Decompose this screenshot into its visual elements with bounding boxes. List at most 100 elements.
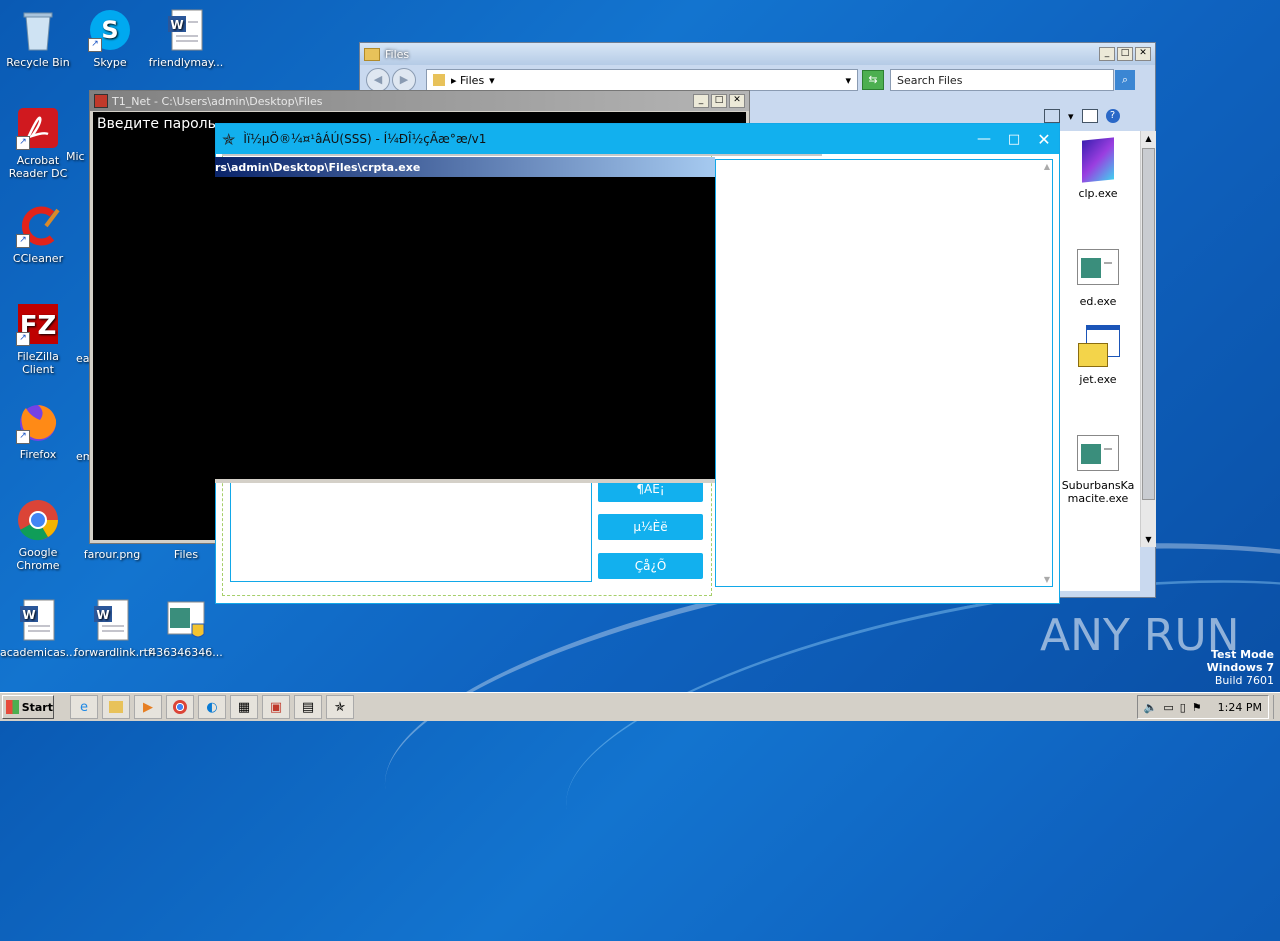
- scroll-up-arrow[interactable]: ▲: [1044, 162, 1050, 171]
- close-button[interactable]: ✕: [729, 94, 745, 108]
- minimize-button[interactable]: —: [969, 131, 999, 147]
- desktop-icon-files[interactable]: Files: [148, 548, 224, 561]
- desktop-icon-filezilla[interactable]: FZ ↗ FileZilla Client: [0, 302, 76, 376]
- scroll-thumb[interactable]: [1142, 148, 1155, 500]
- desktop-icon-label: academicas...: [0, 646, 77, 659]
- svg-text:W: W: [22, 608, 35, 622]
- power-icon[interactable]: ▯: [1180, 701, 1186, 714]
- console-title: T1_Net - C:\Users\admin\Desktop\Files: [112, 94, 323, 108]
- desktop-icon-436346346[interactable]: 436346346...: [148, 598, 224, 659]
- system-tray: 🔈 ▭ ▯ ⚑ 1:24 PM: [1136, 695, 1269, 719]
- maximize-button[interactable]: □: [1117, 47, 1133, 61]
- minimize-button[interactable]: _: [1099, 47, 1115, 61]
- desktop-icon-firefox[interactable]: ↗ Firefox: [0, 400, 76, 461]
- folder-icon: [364, 47, 380, 61]
- desktop-icon-label: Files: [173, 548, 199, 561]
- start-label: Start: [21, 700, 53, 714]
- address-bar[interactable]: ▸ Files ▾ ▾: [426, 69, 858, 91]
- svg-text:W: W: [170, 18, 183, 32]
- close-button[interactable]: ✕: [1029, 130, 1059, 149]
- desktop-icon-skype[interactable]: S ↗ Skype: [72, 8, 148, 69]
- forward-icon[interactable]: ▶: [392, 68, 416, 92]
- search-input[interactable]: Search Files: [890, 69, 1114, 91]
- flag-icon[interactable]: ⚑: [1192, 701, 1202, 714]
- app-titlebar[interactable]: ✯ Ìï½µÖ®¼¤¹âÁÚ(SSS) - Í¼ÐÎ½çÃæ°æ/v1 — □ …: [216, 124, 1059, 154]
- clear-button[interactable]: Çå¿Õ: [598, 553, 703, 579]
- help-icon[interactable]: ?: [1105, 109, 1120, 123]
- view-options-icon[interactable]: [1044, 109, 1060, 123]
- console-titlebar[interactable]: T1_Net - C:\Users\admin\Desktop\Files _ …: [90, 91, 749, 111]
- test-mode-label: Test Mode: [1211, 648, 1274, 661]
- chevron-down-icon[interactable]: ▾: [489, 74, 495, 87]
- desktop-icon-forwardlink[interactable]: W forwardlink.rtf: [74, 598, 152, 659]
- maximize-button[interactable]: □: [711, 94, 727, 108]
- shortcut-arrow-icon: ↗: [16, 136, 30, 150]
- desktop-icon-friendlymay[interactable]: W friendlymay...: [148, 8, 224, 69]
- app-title: Ìï½µÖ®¼¤¹âÁÚ(SSS) - Í¼ÐÎ½çÃæ°æ/v1: [243, 132, 487, 146]
- svg-text:S: S: [101, 16, 118, 44]
- os-version-info: Test Mode Windows 7 Build 7601: [1207, 648, 1274, 687]
- installer-taskbar-icon[interactable]: ▤: [294, 695, 322, 719]
- desktop-icon-farour[interactable]: farour.png: [74, 548, 150, 561]
- start-button[interactable]: Start: [2, 695, 54, 719]
- import-button[interactable]: µ¼Èë: [598, 514, 703, 540]
- internet-explorer-icon[interactable]: e: [70, 695, 98, 719]
- minimize-button[interactable]: _: [693, 94, 709, 108]
- explorer-title: Files: [385, 47, 410, 61]
- desktop-icon-label: farour.png: [83, 548, 141, 561]
- network-app-icon[interactable]: ▦: [230, 695, 258, 719]
- star-icon: ✯: [222, 129, 236, 149]
- bottom-panel-separator: [222, 154, 822, 156]
- shortcut-arrow-icon: ↗: [16, 234, 30, 248]
- chrome-icon[interactable]: [166, 695, 194, 719]
- console-titlebar[interactable]: rs\admin\Desktop\Files\crpta.exe: [215, 157, 715, 177]
- explorer-titlebar[interactable]: Files _ □ ✕: [360, 43, 1155, 65]
- volume-icon[interactable]: 🔈: [1144, 701, 1158, 714]
- network-icon[interactable]: ▭: [1163, 701, 1173, 714]
- console-window-crpta[interactable]: rs\admin\Desktop\Files\crpta.exe: [215, 157, 715, 483]
- desktop-icon-label: Skype: [93, 56, 127, 69]
- application-icon: [1077, 249, 1119, 285]
- star-icon[interactable]: ✯: [326, 695, 354, 719]
- input-textarea[interactable]: [230, 480, 592, 582]
- ccleaner-icon: ↗: [16, 204, 60, 248]
- desktop-icon-recycle-bin[interactable]: Recycle Bin: [0, 8, 76, 69]
- desktop-icon-label: FileZilla Client: [17, 350, 59, 376]
- maximize-button[interactable]: □: [999, 132, 1029, 147]
- shortcut-arrow-icon: ↗: [16, 430, 30, 444]
- file-label: ed.exe: [1079, 295, 1117, 308]
- scroll-down-arrow[interactable]: ▼: [1044, 575, 1050, 584]
- show-desktop-button[interactable]: [1273, 695, 1280, 719]
- firefox-icon: ↗: [16, 400, 60, 444]
- desktop-icon-label: forwardlink.rtf: [74, 646, 152, 659]
- scrollbar[interactable]: ▲ ▼: [1140, 131, 1156, 547]
- file-item[interactable]: ed.exe: [1056, 249, 1140, 308]
- breadcrumb[interactable]: Files: [460, 74, 484, 87]
- preview-pane-icon[interactable]: [1081, 109, 1098, 123]
- file-label: jet.exe: [1079, 373, 1117, 386]
- scroll-down-arrow[interactable]: ▼: [1141, 532, 1156, 547]
- chevron-down-icon[interactable]: ▾: [1068, 110, 1074, 123]
- desktop-icon-ccleaner[interactable]: ↗ CCleaner: [0, 204, 76, 265]
- back-icon[interactable]: ◀: [366, 68, 390, 92]
- edge-icon[interactable]: ◐: [198, 695, 226, 719]
- desktop-icon-label: Mic: [66, 150, 85, 163]
- media-player-icon[interactable]: ▶: [134, 695, 162, 719]
- scroll-up-arrow[interactable]: ▲: [1141, 131, 1156, 146]
- file-item[interactable]: clp.exe: [1056, 137, 1140, 200]
- file-item[interactable]: jet.exe: [1056, 325, 1140, 386]
- refresh-icon[interactable]: ⇆: [862, 70, 884, 90]
- file-label: clp.exe: [1078, 187, 1118, 200]
- output-textarea[interactable]: ▲ ▼: [715, 159, 1053, 587]
- file-item[interactable]: SuburbansKamacite.exe: [1056, 435, 1140, 505]
- close-button[interactable]: ✕: [1135, 47, 1151, 61]
- desktop-icon-acrobat[interactable]: ↗ Acrobat Reader DC: [0, 106, 76, 180]
- chevron-down-icon[interactable]: ▾: [845, 74, 851, 87]
- desktop-icon-academicas[interactable]: W academicas...: [0, 598, 76, 659]
- desktop-icon-label: Google Chrome: [16, 546, 60, 572]
- file-explorer-icon[interactable]: [102, 695, 130, 719]
- search-icon[interactable]: ⌕: [1115, 70, 1135, 90]
- desktop-icon-chrome[interactable]: Google Chrome: [0, 498, 76, 572]
- clock[interactable]: 1:24 PM: [1218, 701, 1262, 714]
- console-app-icon[interactable]: ▣: [262, 695, 290, 719]
